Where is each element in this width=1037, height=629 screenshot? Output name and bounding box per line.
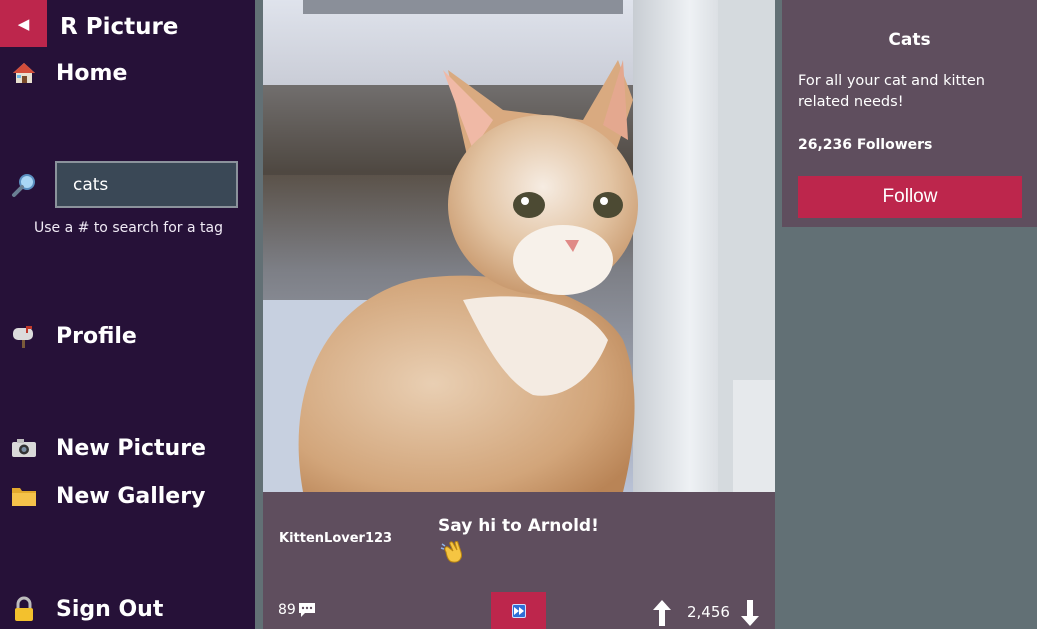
tag-followers: 26,236 Followers <box>798 137 933 153</box>
speech-bubble-icon <box>298 603 315 617</box>
downvote-arrow-icon[interactable] <box>741 600 759 626</box>
nav-new-gallery[interactable]: New Gallery <box>10 482 205 510</box>
nav-new-picture-label: New Picture <box>56 435 206 461</box>
nav-home[interactable]: Home <box>10 59 127 87</box>
comment-count[interactable]: 89 <box>278 602 316 618</box>
nav-home-label: Home <box>56 60 128 86</box>
vote-count: 2,456 <box>687 603 730 621</box>
nav-sign-out-label: Sign Out <box>56 596 164 622</box>
fast-forward-icon <box>511 603 526 618</box>
lock-icon <box>10 595 38 623</box>
house-icon <box>10 59 38 87</box>
post-photo[interactable] <box>263 0 775 492</box>
back-arrow-icon: ◀ <box>17 14 30 33</box>
search-bar <box>10 161 238 208</box>
search-input[interactable] <box>55 161 238 208</box>
app-title: R Picture <box>60 14 179 40</box>
waving-hand-icon <box>440 540 464 568</box>
share-button[interactable] <box>491 592 546 629</box>
tag-info-panel: Cats For all your cat and kitten related… <box>782 0 1037 227</box>
mailbox-icon <box>10 322 38 350</box>
search-hint: Use a # to search for a tag <box>34 220 223 236</box>
follow-button[interactable]: Follow <box>798 176 1022 218</box>
comment-count-value: 89 <box>278 602 296 618</box>
sidebar: ◀ R Picture Home Use a # to search for a… <box>0 0 255 629</box>
magnifier-icon <box>10 171 38 199</box>
back-button[interactable]: ◀ <box>0 0 47 47</box>
nav-profile-label: Profile <box>56 323 137 349</box>
tag-description: For all your cat and kitten related need… <box>798 73 985 110</box>
tag-title: Cats <box>888 30 931 50</box>
folder-icon <box>10 482 38 510</box>
post-card: KittenLover123 Say hi to Arnold! 89 2,45… <box>263 0 775 629</box>
upvote-arrow-icon[interactable] <box>653 600 671 626</box>
nav-sign-out[interactable]: Sign Out <box>10 595 163 623</box>
camera-icon <box>10 434 38 462</box>
nav-profile[interactable]: Profile <box>10 322 137 350</box>
post-caption: Say hi to Arnold! <box>438 516 599 536</box>
nav-new-gallery-label: New Gallery <box>56 483 206 509</box>
nav-new-picture[interactable]: New Picture <box>10 434 206 462</box>
post-author[interactable]: KittenLover123 <box>279 531 392 546</box>
